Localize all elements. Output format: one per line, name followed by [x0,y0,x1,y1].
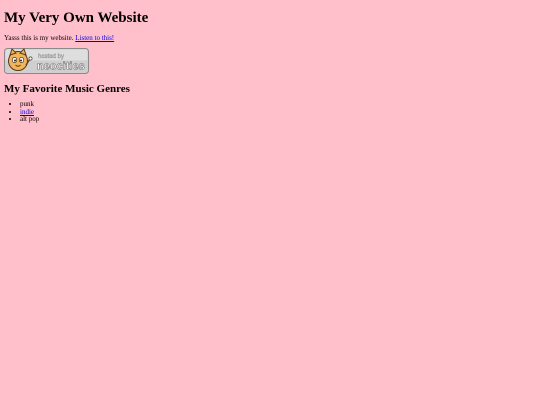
genre-item-punk: punk [20,100,536,109]
intro-text: Yasss this is my website. [4,34,76,42]
genre-item-indie: indie [20,108,536,117]
genres-heading: My Favorite Music Genres [4,83,130,95]
genres-list: punk indie alt pop [4,100,536,124]
neocities-badge[interactable]: hosted by neocities [4,48,89,74]
listen-link[interactable]: Listen to this! [75,34,114,42]
badge-neocities-text: neocities [37,61,85,73]
intro-paragraph: Yasss this is my website. Listen to this… [4,34,536,43]
badge-hosted-by-text: hosted by [38,54,64,60]
page-title: My Very Own Website [4,10,149,26]
genre-item-alt-pop: alt pop [20,115,536,124]
neocities-badge-image: hosted by neocities [4,48,89,74]
page-content: My Very Own Website Yasss this is my web… [0,0,540,124]
